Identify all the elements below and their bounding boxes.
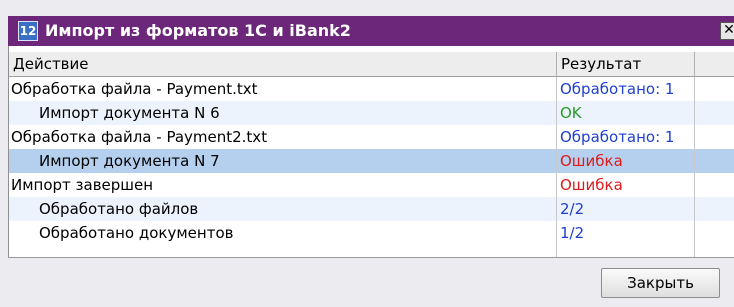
column-divider [694,77,695,257]
row-result-text: 1/2 [560,224,585,242]
table-body: Обработка файла - Payment.txt Обработано:… [9,77,734,245]
column-header-filler [695,52,734,76]
close-icon[interactable]: ✕ [720,22,734,40]
row-action-text: Обработка файла - Payment.txt [11,80,258,98]
row-action-text: Обработка файла - Payment2.txt [11,128,268,146]
column-header-action[interactable]: Действие [9,52,557,76]
row-filler-cell [695,173,734,197]
column-header-result[interactable]: Результат [557,52,695,76]
table-row[interactable]: Импорт документа N 7 Ошибка [9,149,734,173]
close-button[interactable]: Закрыть [601,268,720,298]
row-filler-cell [695,221,734,245]
row-filler-cell [695,197,734,221]
title-bar[interactable]: 12 Импорт из форматов 1С и iBank2 ✕ [8,16,734,46]
row-result-text: OK [560,104,582,122]
row-filler-cell [695,101,734,125]
row-result-text: Обработано: 1 [560,80,675,98]
row-result-text: Обработано: 1 [560,128,675,146]
row-action-text: Импорт документа N 7 [39,152,220,170]
app-icon: 12 [18,21,38,41]
row-action-text: Импорт завершен [11,176,154,194]
table-row[interactable]: Обработано файлов 2/2 [9,197,734,221]
row-result-text: Ошибка [560,176,623,194]
table-row[interactable]: Обработано документов 1/2 [9,221,734,245]
table-row[interactable]: Обработка файла - Payment2.txt Обработано… [9,125,734,149]
row-action-text: Импорт документа N 6 [39,104,220,122]
row-action-text: Обработано файлов [39,200,199,218]
results-table: Действие Результат Обработка файла - Pay… [8,46,734,257]
dialog-footer: Закрыть [8,257,734,307]
row-result-text: 2/2 [560,200,585,218]
column-divider [556,77,557,257]
table-row[interactable]: Импорт завершен Ошибка [9,173,734,197]
window-title: Импорт из форматов 1С и iBank2 [45,21,351,40]
table-row[interactable]: Обработка файла - Payment.txt Обработано:… [9,77,734,101]
table-header: Действие Результат [9,52,734,77]
import-dialog: 12 Импорт из форматов 1С и iBank2 ✕ Дейс… [0,0,734,307]
row-filler-cell [695,77,734,101]
row-filler-cell [695,125,734,149]
row-result-text: Ошибка [560,152,623,170]
row-filler-cell [695,149,734,173]
table-row[interactable]: Импорт документа N 6 OK [9,101,734,125]
row-action-text: Обработано документов [39,224,234,242]
